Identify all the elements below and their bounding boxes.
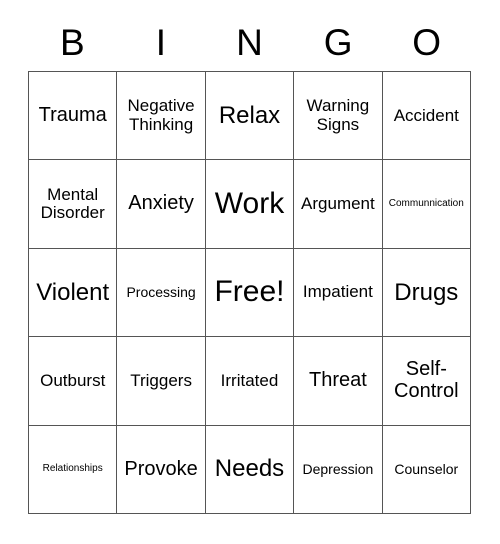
bingo-cell[interactable]: Relax: [205, 72, 295, 161]
bingo-cell[interactable]: Outburst: [29, 337, 118, 426]
bingo-header: B I N G O: [28, 14, 471, 71]
header-letter-n-text: N: [236, 22, 263, 63]
header-letter-n: N: [205, 14, 294, 71]
bingo-card: B I N G O Trauma Negative Thinking Relax…: [0, 0, 500, 544]
bingo-cell-free[interactable]: Free!: [205, 248, 295, 338]
bingo-cell-label: Trauma: [38, 103, 107, 126]
bingo-cell[interactable]: Irritated: [205, 337, 295, 426]
bingo-cell-label: Anxiety: [128, 192, 194, 215]
bingo-cell[interactable]: Violent: [29, 248, 118, 338]
bingo-cell-label: Accident: [393, 105, 459, 125]
bingo-cell[interactable]: Work: [205, 160, 295, 249]
bingo-cell-label: Communnication: [388, 197, 464, 209]
bingo-cell[interactable]: Accident: [382, 72, 471, 161]
bingo-cell[interactable]: Threat: [294, 337, 383, 426]
bingo-cell[interactable]: Processing: [117, 248, 206, 338]
bingo-cell[interactable]: Drugs: [382, 248, 471, 338]
header-letter-o-text: O: [412, 22, 442, 63]
bingo-cell-label: Outburst: [40, 370, 106, 390]
bingo-cell-label: Irritated: [220, 370, 279, 390]
bingo-cell[interactable]: Negative Thinking: [117, 72, 206, 161]
header-letter-g: G: [294, 14, 383, 71]
bingo-cell[interactable]: Depression: [294, 425, 383, 514]
header-letter-i: I: [117, 14, 206, 71]
bingo-cell-label: Processing: [126, 283, 196, 300]
header-letter-o: O: [382, 14, 471, 71]
bingo-cell[interactable]: Counselor: [382, 425, 471, 514]
bingo-cell[interactable]: Self-Control: [382, 337, 471, 426]
bingo-cell[interactable]: Triggers: [117, 337, 206, 426]
bingo-cell-label: Free!: [214, 275, 285, 309]
bingo-cell-label: Argument: [301, 193, 375, 213]
bingo-cell-label: Warning Signs: [306, 96, 370, 134]
bingo-cell-label: Counselor: [394, 460, 459, 477]
bingo-cell[interactable]: Provoke: [117, 425, 206, 514]
bingo-cell[interactable]: Mental Disorder: [29, 160, 118, 249]
bingo-cell-label: Self-Control: [394, 358, 459, 402]
bingo-cell[interactable]: Argument: [294, 160, 383, 249]
bingo-cell[interactable]: Warning Signs: [294, 72, 383, 161]
bingo-cell[interactable]: Needs: [205, 425, 295, 514]
bingo-cell[interactable]: Communnication: [382, 160, 471, 249]
bingo-cell-label: Triggers: [130, 370, 192, 390]
header-letter-b-text: B: [59, 22, 85, 63]
bingo-cell-label: Depression: [302, 460, 374, 477]
bingo-cell-label: Relationships: [42, 462, 103, 474]
bingo-cell-label: Mental Disorder: [40, 184, 105, 223]
bingo-cell[interactable]: Anxiety: [117, 160, 206, 249]
bingo-cell[interactable]: Relationships: [29, 425, 118, 514]
bingo-cell-label: Drugs: [394, 278, 459, 306]
bingo-cell-label: Threat: [308, 369, 367, 392]
bingo-cell[interactable]: Impatient: [294, 248, 383, 338]
header-letter-g-text: G: [323, 22, 353, 63]
header-letter-i-text: I: [155, 22, 167, 63]
bingo-cell-label: Impatient: [302, 282, 373, 302]
bingo-cell-label: Violent: [36, 278, 110, 306]
bingo-grid: Trauma Negative Thinking Relax Warning S…: [28, 71, 471, 514]
header-letter-b: B: [28, 14, 117, 71]
bingo-cell-label: Needs: [214, 455, 285, 483]
bingo-cell-label: Provoke: [124, 457, 198, 480]
bingo-cell[interactable]: Trauma: [29, 72, 118, 161]
bingo-cell-label: Negative Thinking: [127, 96, 195, 134]
bingo-cell-label: Relax: [218, 101, 281, 129]
bingo-cell-label: Work: [214, 186, 285, 220]
